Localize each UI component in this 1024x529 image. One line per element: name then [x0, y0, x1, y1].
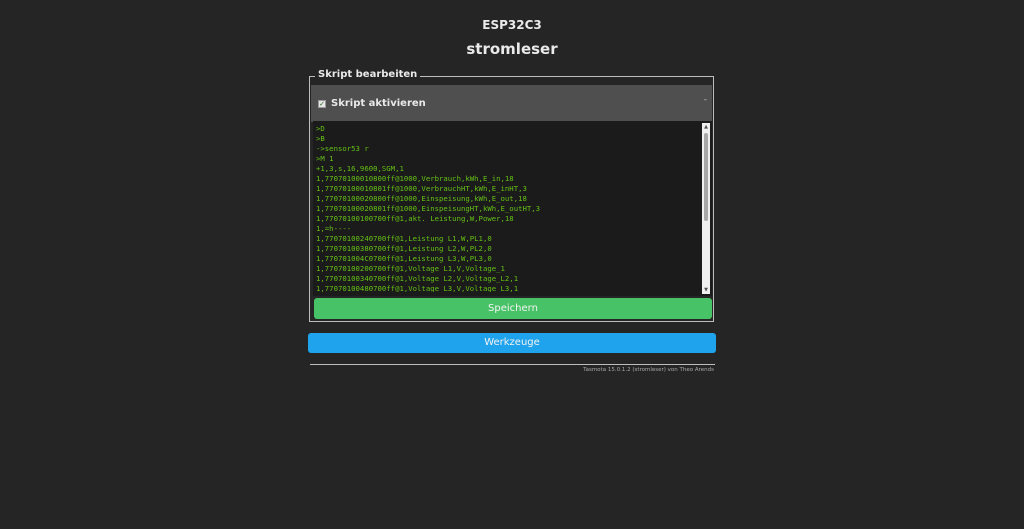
- device-name: ESP32C3: [482, 18, 542, 32]
- tools-button[interactable]: Werkzeuge: [308, 333, 716, 353]
- code-line: 1,77070100010800ff@1000,Verbrauch,kWh,E_…: [316, 174, 514, 183]
- save-button[interactable]: Speichern: [314, 298, 712, 319]
- code-line: 1,770701004C0700ff@1,Leistung L3,W,PL3,0: [316, 254, 492, 263]
- script-editor-legend: Skript bearbeiten: [315, 69, 421, 80]
- code-line: 1,77070100380700ff@1,Leistung L2,W,PL2,0: [316, 244, 492, 253]
- editor-scrollbar[interactable]: ▲ ▼: [702, 123, 710, 294]
- scroll-thumb[interactable]: [704, 133, 708, 221]
- script-editor-fieldset: Skript bearbeiten ✓ Skript aktivieren - …: [309, 69, 714, 322]
- enable-script-label[interactable]: Skript aktivieren: [331, 98, 426, 109]
- enable-script-checkbox[interactable]: ✓: [318, 100, 326, 108]
- code-line: 1,77070100020801ff@1000,EinspeisungHT,kW…: [316, 204, 541, 213]
- code-line: 1,77070100020800ff@1000,Einspeisung,kWh,…: [316, 194, 527, 203]
- code-line: 1,77070100340700ff@1,Voltage L2,V,Voltag…: [316, 274, 519, 283]
- scroll-down-arrow-icon[interactable]: ▼: [702, 286, 710, 294]
- checkmark-icon: ✓: [319, 100, 325, 108]
- footer-text: Tasmota 15.0.1.2 (stromleser) von Theo A…: [583, 367, 714, 373]
- code-line: 1,77070100200700ff@1,Voltage L1,V,Voltag…: [316, 264, 505, 273]
- code-line: >M 1: [316, 154, 334, 163]
- device-title: stromleser: [466, 40, 558, 58]
- code-line: 1,=h----: [316, 224, 352, 233]
- page: ESP32C3 stromleser Skript bearbeiten ✓ S…: [0, 0, 1024, 529]
- code-line: 1,77070100240700ff@1,Leistung L1,W,PL1,0: [316, 234, 492, 243]
- code-line: >D: [316, 124, 325, 133]
- code-line: 1,77070100480700ff@1,Voltage L3,V,Voltag…: [316, 284, 519, 292]
- scroll-up-arrow-icon[interactable]: ▲: [702, 123, 710, 131]
- code-line: 1,77070100100700ff@1,akt. Leistung,W,Pow…: [316, 214, 514, 223]
- code-line: ->sensor53 r: [316, 144, 369, 153]
- footer-divider: [310, 364, 715, 365]
- script-code[interactable]: >D >B ->sensor53 r >M 1 +1,3,s,16,9600,SGM,1…: [316, 124, 698, 292]
- code-line: >B: [316, 134, 325, 143]
- script-toolbar: ✓ Skript aktivieren -: [311, 85, 712, 122]
- code-line: +1,3,s,16,9600,SGM,1: [316, 164, 404, 173]
- script-textarea[interactable]: >D >B ->sensor53 r >M 1 +1,3,s,16,9600,SGM,1…: [313, 121, 712, 296]
- code-line: 1,77070100010801ff@1000,VerbrauchHT,kWh,…: [316, 184, 527, 193]
- collapse-icon[interactable]: -: [704, 95, 707, 105]
